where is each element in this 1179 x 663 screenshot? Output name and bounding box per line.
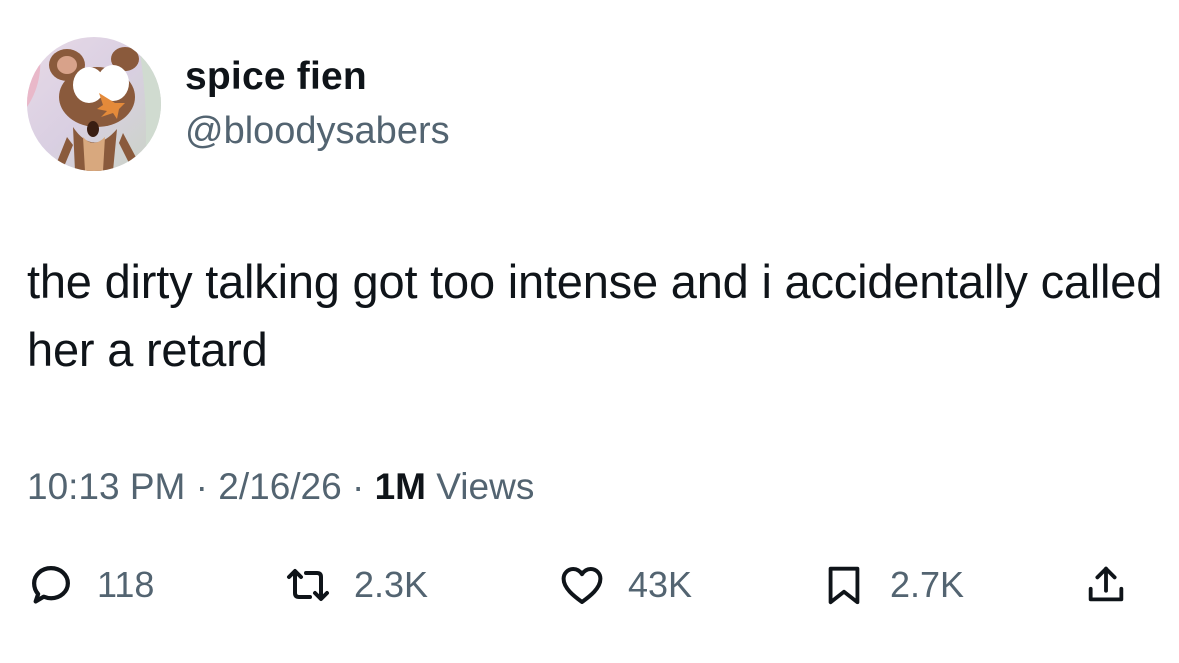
user-handle[interactable]: @bloodysabers [185,107,450,155]
tweet-time[interactable]: 10:13 PM [27,466,185,507]
retweet-button[interactable]: 2.3K [284,555,428,615]
bookmark-icon [820,561,868,609]
reply-count: 118 [97,564,155,605]
retweet-icon [284,561,332,609]
bookmark-button[interactable]: 2.7K [820,555,964,615]
retweet-count: 2.3K [354,564,429,605]
avatar[interactable] [27,37,161,171]
bookmark-count: 2.7K [890,564,965,605]
cartoon-mouse-avatar-icon [27,37,161,171]
views-count: 1M [374,466,427,507]
like-count: 43K [628,564,693,605]
meta-separator: · [195,466,208,507]
tweet-text: the dirty talking got too intense and i … [27,255,1163,376]
reply-button[interactable]: 118 [27,555,154,615]
heart-icon [558,561,606,609]
share-icon [1082,561,1130,609]
meta-separator: · [352,466,365,507]
like-button[interactable]: 43K [558,555,692,615]
tweet-card: spice fien @bloodysabers the dirty talki… [0,0,1179,663]
display-name[interactable]: spice fien [185,52,367,102]
reply-icon [27,561,75,609]
views-label: Views [436,466,535,507]
tweet-actions: 118 2.3K 43K 2.7K [0,555,1179,615]
tweet-date[interactable]: 2/16/26 [218,466,341,507]
share-button[interactable] [1082,555,1130,615]
tweet-meta: 10:13 PM · 2/16/26 · 1M Views [27,463,534,511]
